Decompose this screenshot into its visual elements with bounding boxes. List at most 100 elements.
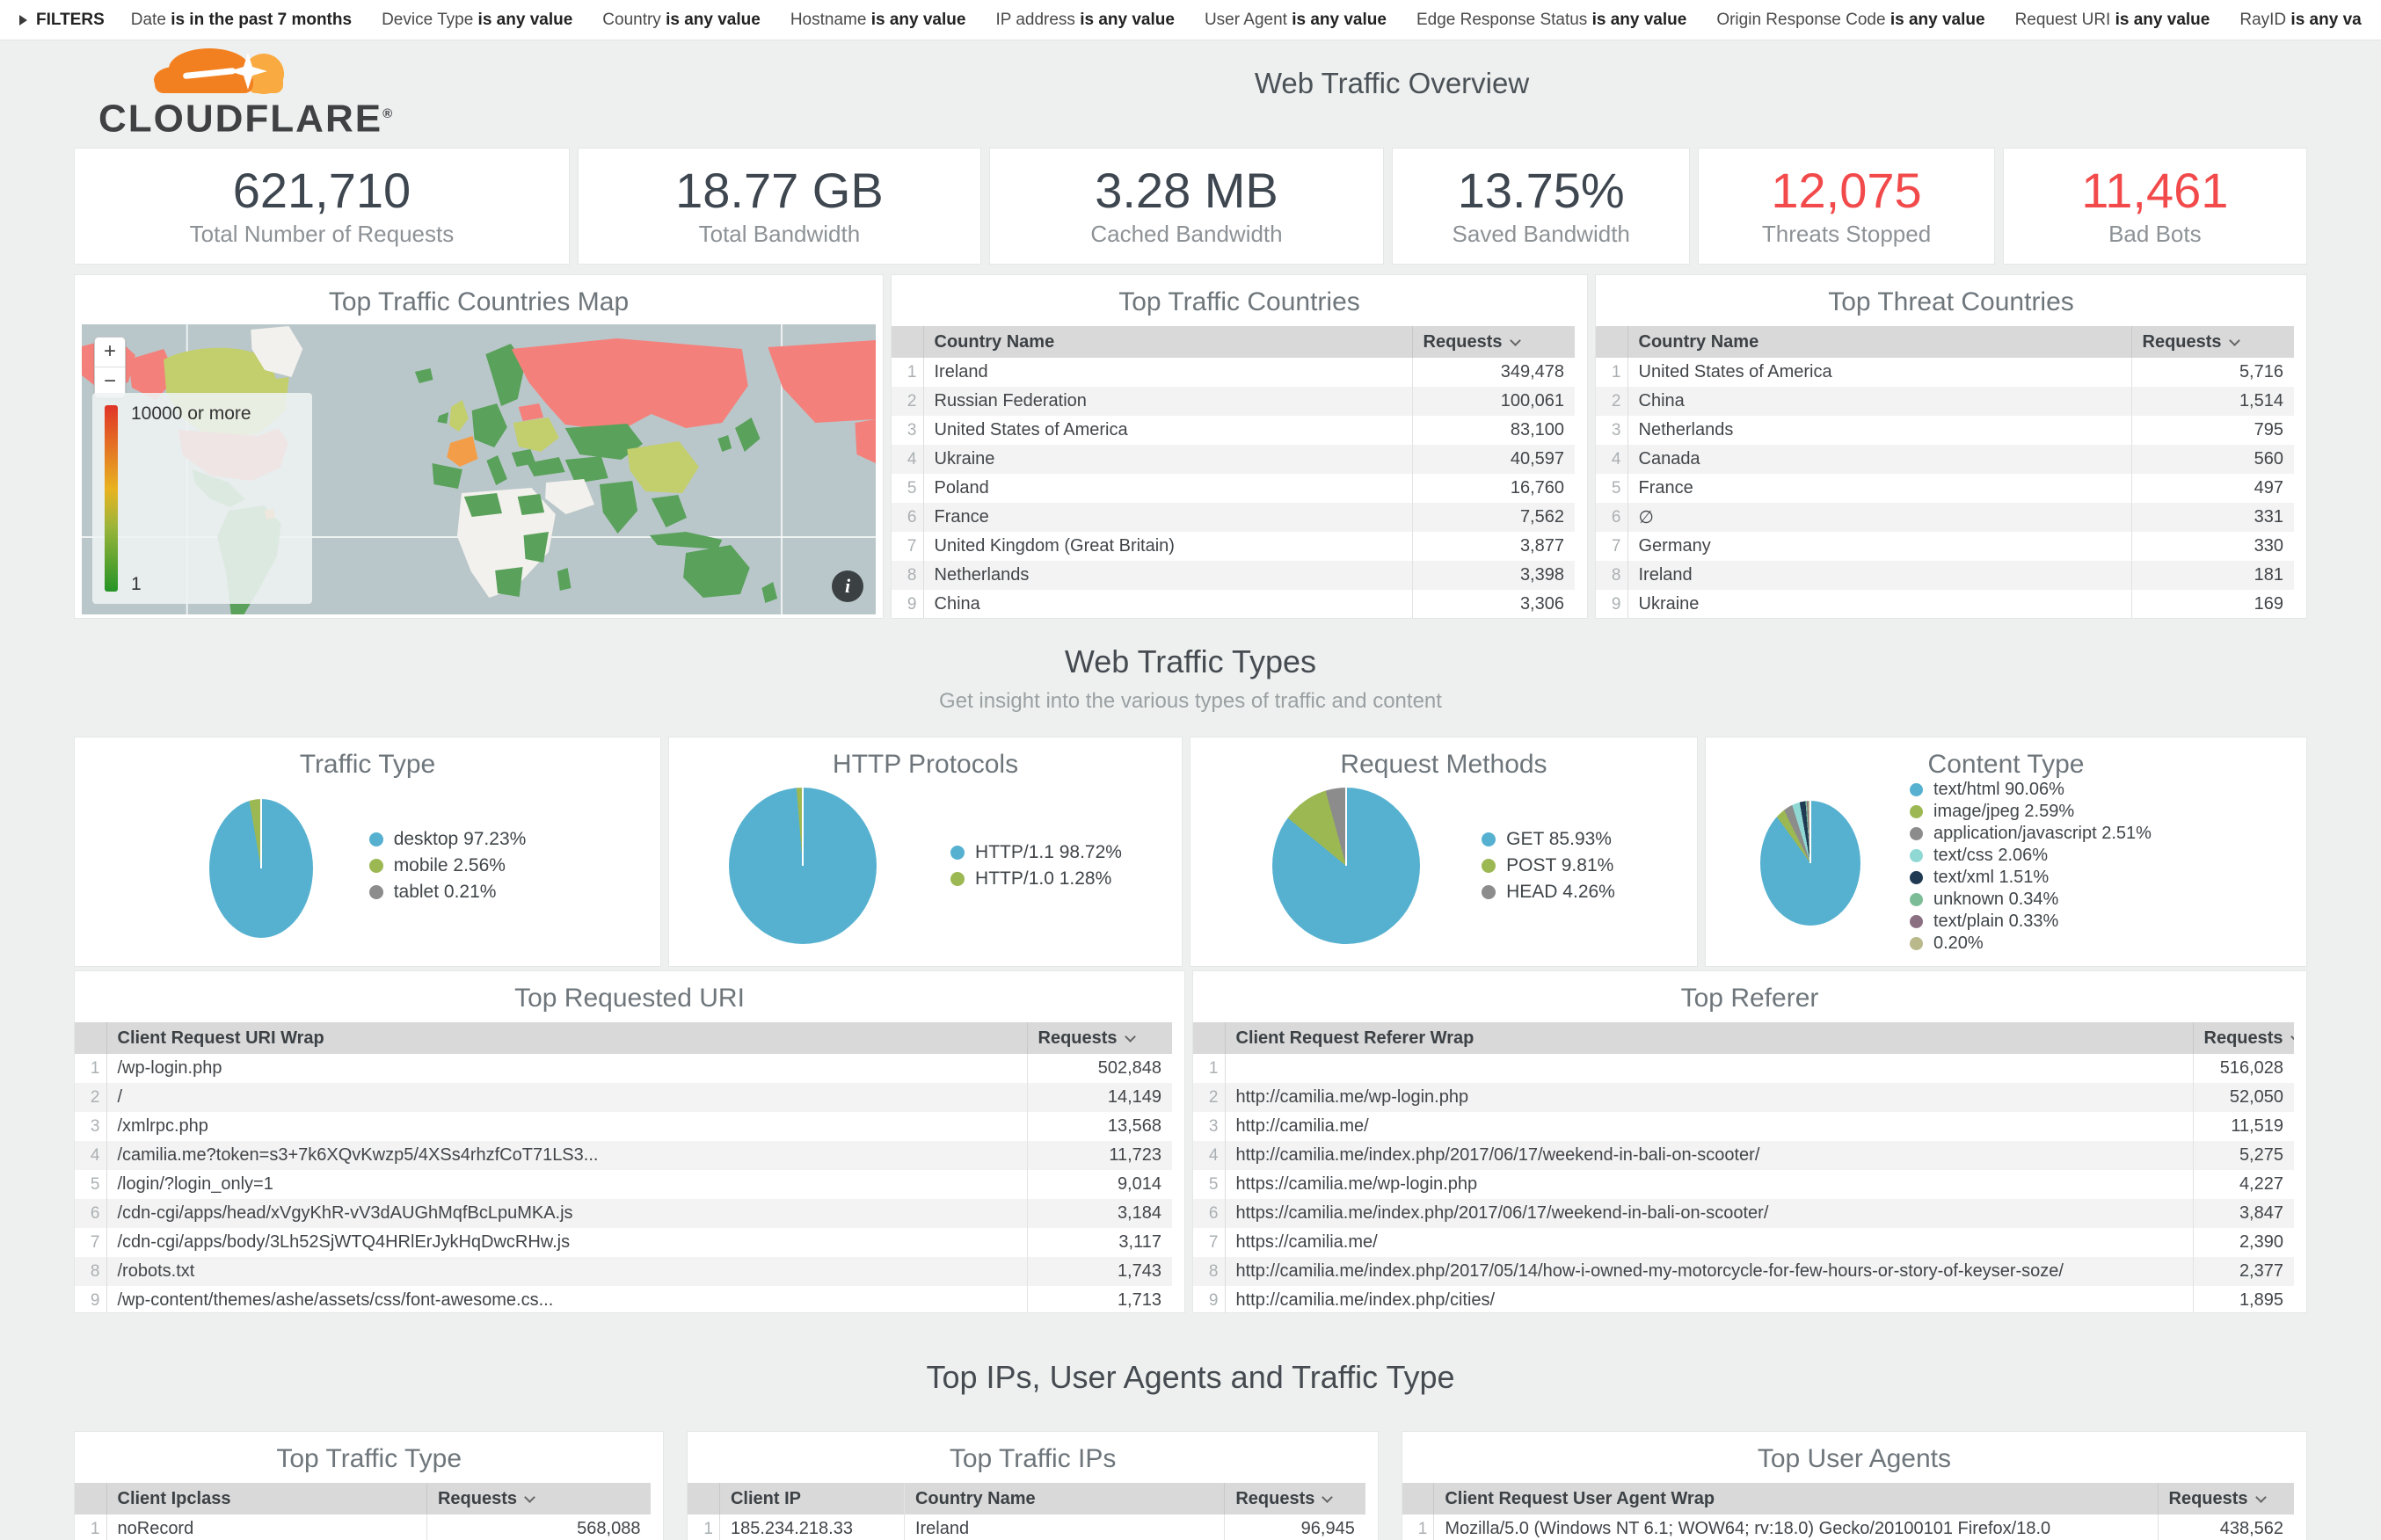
map-info-button[interactable]: i [832,570,863,602]
cell: 3,117 [1027,1228,1172,1257]
row-rank: 8 [892,561,923,590]
cell: 438,562 [2158,1515,2294,1540]
row-rank: 8 [1596,561,1627,590]
table-row[interactable]: 3Netherlands795 [1596,416,2294,445]
table-row[interactable]: 4http://camilia.me/index.php/2017/06/17/… [1193,1141,2294,1170]
row-rank: 7 [892,532,923,561]
requests-column-header[interactable]: Requests [1225,1483,1365,1515]
table-row[interactable]: 7United Kingdom (Great Britain)3,877 [892,532,1575,561]
legend-item: image/jpeg 2.59% [1910,802,2152,822]
table-row[interactable]: 1516,028 [1193,1054,2294,1083]
client-ip-column-header[interactable]: Client IP [719,1483,904,1515]
legend-dot [1910,937,1923,950]
kpi-bad-bots: 11,461 Bad Bots [2003,148,2307,265]
requests-column-header[interactable]: Requests [2131,326,2294,358]
table-row[interactable]: 8http://camilia.me/index.php/2017/05/14/… [1193,1257,2294,1286]
filter-item[interactable]: RayID is any value [2239,11,2362,30]
requests-column-header[interactable]: Requests [1412,326,1575,358]
uri-column-header[interactable]: Client Request URI Wrap [106,1022,1027,1054]
filter-item[interactable]: Origin Response Code is any value [1716,11,1984,30]
country-name-column-header[interactable]: Country Name [923,326,1412,358]
requests-column-header[interactable]: Requests [2158,1483,2294,1515]
legend-label: HTTP/1.1 98.72% [975,842,1122,863]
table-row[interactable]: 2/14,149 [75,1083,1172,1112]
table-row[interactable]: 9/wp-content/themes/ashe/assets/css/font… [75,1286,1172,1313]
kpi-label: Total Bandwidth [699,221,861,248]
cell: Netherlands [1627,416,2131,445]
table-row[interactable]: 9http://camilia.me/index.php/cities/1,89… [1193,1286,2294,1313]
table-row[interactable]: 6France7,562 [892,503,1575,532]
cell: 3,398 [1412,561,1575,590]
table-row[interactable]: 1/wp-login.php502,848 [75,1054,1172,1083]
http-protocols-card: HTTP Protocols HTTP/1.1 98.72%HTTP/1.0 1… [668,737,1183,967]
table-row[interactable]: 8Netherlands3,398 [892,561,1575,590]
country-name-column-header[interactable]: Country Name [1627,326,2131,358]
map-zoom-controls: + − [94,337,126,398]
filter-item[interactable]: Hostname is any value [790,11,966,30]
table-row[interactable]: 7Germany330 [1596,532,2294,561]
table-body: 1Ireland349,4782Russian Federation100,06… [892,358,1575,619]
table-row[interactable]: 1185.234.218.33Ireland96,945 [688,1515,1365,1540]
legend-item: POST 9.81% [1482,855,1615,876]
table-row[interactable]: 2http://camilia.me/wp-login.php52,050 [1193,1083,2294,1112]
legend-dot [1482,859,1496,873]
cell: 5,275 [2193,1141,2294,1170]
table-row[interactable]: 9Ukraine169 [1596,590,2294,619]
table-row[interactable]: 3United States of America83,100 [892,416,1575,445]
user-agent-column-header[interactable]: Client Request User Agent Wrap [1434,1483,2158,1515]
filter-item[interactable]: Edge Response Status is any value [1416,11,1686,30]
referer-column-header[interactable]: Client Request Referer Wrap [1225,1022,2193,1054]
table-row[interactable]: 1Ireland349,478 [892,358,1575,387]
requests-column-header[interactable]: Requests [2193,1022,2294,1054]
table-row[interactable]: 7/cdn-cgi/apps/body/3Lh52SjWTQ4HRlErJykH… [75,1228,1172,1257]
table-row[interactable]: 9China3,306 [892,590,1575,619]
filter-item[interactable]: Device Type is any value [382,11,572,30]
sort-desc-icon [2229,335,2240,346]
filters-toggle[interactable]: FILTERS [19,11,105,30]
table-row[interactable]: 5https://camilia.me/wp-login.php4,227 [1193,1170,2294,1199]
traffic-type-pie-chart[interactable] [209,799,313,938]
table-row[interactable]: 3http://camilia.me/11,519 [1193,1112,2294,1141]
table-row[interactable]: 7https://camilia.me/2,390 [1193,1228,2294,1257]
table-row[interactable]: 4Ukraine40,597 [892,445,1575,474]
table-body: 1United States of America5,7162China1,51… [1596,358,2294,619]
legend-label: tablet 0.21% [394,882,497,903]
table-row[interactable]: 5/login/?login_only=19,014 [75,1170,1172,1199]
filter-item[interactable]: User Agent is any value [1205,11,1387,30]
table-row[interactable]: 2Russian Federation100,061 [892,387,1575,416]
requests-column-header[interactable]: Requests [426,1483,651,1515]
cell: https://camilia.me/ [1225,1228,2193,1257]
table-row[interactable]: 6/cdn-cgi/apps/head/xVgyKhR-vV3dAUGhMqfB… [75,1199,1172,1228]
legend-label: text/xml 1.51% [1933,868,2049,888]
table-row[interactable]: 2China1,514 [1596,387,2294,416]
table-row[interactable]: 6∅331 [1596,503,2294,532]
table-row[interactable]: 3/xmlrpc.php13,568 [75,1112,1172,1141]
cell: http://camilia.me/index.php/2017/05/14/h… [1225,1257,2193,1286]
table-row[interactable]: 8/robots.txt1,743 [75,1257,1172,1286]
cell: Netherlands [923,561,1412,590]
table-row[interactable]: 4/camilia.me?token=s3+7k6XQvKwzp5/4XSs4r… [75,1141,1172,1170]
filter-item[interactable]: Country is any value [602,11,761,30]
ipclass-column-header[interactable]: Client Ipclass [106,1483,426,1515]
requests-column-header[interactable]: Requests [1027,1022,1172,1054]
country-name-column-header[interactable]: Country Name [904,1483,1224,1515]
rank-column-header [1193,1022,1225,1054]
filter-item[interactable]: Date is in the past 7 months [131,11,352,30]
table-row[interactable]: 1noRecord568,088 [75,1515,651,1540]
table-row[interactable]: 6https://camilia.me/index.php/2017/06/17… [1193,1199,2294,1228]
table-row[interactable]: 5France497 [1596,474,2294,503]
filter-item[interactable]: IP address is any value [995,11,1175,30]
content-type-pie-chart[interactable] [1760,801,1860,926]
table-row[interactable]: 1United States of America5,716 [1596,358,2294,387]
request-methods-pie-chart[interactable] [1272,788,1420,944]
table-row[interactable]: 1Mozilla/5.0 (Windows NT 6.1; WOW64; rv:… [1402,1515,2294,1540]
content-type-card: Content Type text/html 90.06%image/jpeg … [1705,737,2307,967]
table-row[interactable]: 8Ireland181 [1596,561,2294,590]
table-row[interactable]: 4Canada560 [1596,445,2294,474]
world-map[interactable]: + − 10000 or more 1 i [82,324,876,614]
table-row[interactable]: 5Poland16,760 [892,474,1575,503]
filter-item[interactable]: Request URI is any value [2015,11,2210,30]
http-protocols-pie-chart[interactable] [729,788,877,944]
zoom-in-button[interactable]: + [95,338,125,367]
bottom-section-header: Top IPs, User Agents and Traffic Type [0,1359,2381,1396]
